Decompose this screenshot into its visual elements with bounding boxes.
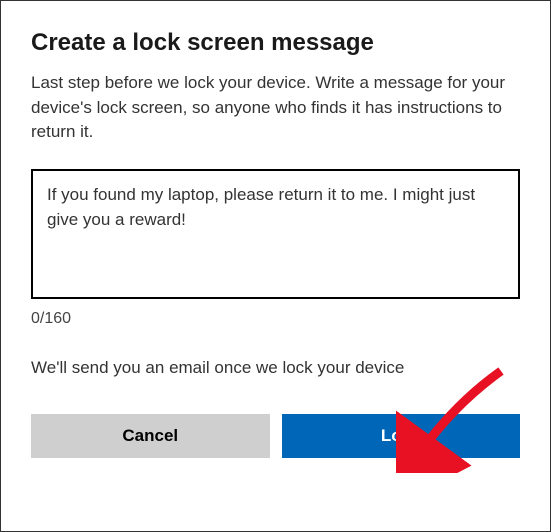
character-counter: 0/160 [31,310,520,328]
info-text: We'll send you an email once we lock you… [31,358,520,378]
dialog-title: Create a lock screen message [31,29,520,57]
lock-message-input[interactable] [31,169,520,299]
dialog-description: Last step before we lock your device. Wr… [31,71,520,145]
cancel-button[interactable]: Cancel [31,414,270,458]
button-row: Cancel Lock [31,414,520,458]
lock-button[interactable]: Lock [282,414,521,458]
lock-message-dialog: Create a lock screen message Last step b… [1,1,550,482]
